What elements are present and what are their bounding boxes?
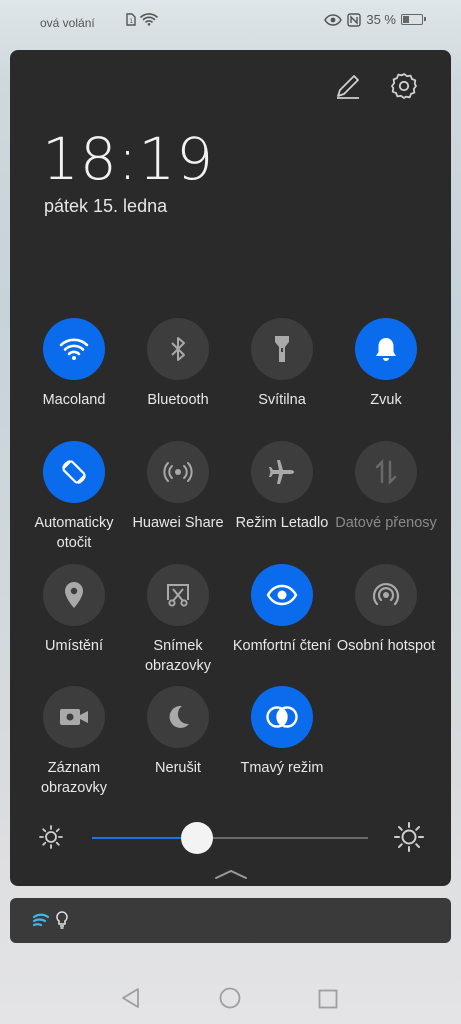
moon-icon[interactable] — [147, 686, 209, 748]
nfc-icon — [347, 12, 362, 27]
brightness-low-icon — [39, 825, 63, 849]
tile-label: Komfortní čtení — [232, 638, 332, 654]
battery-icon — [401, 14, 426, 25]
clock-date: pátek 15. ledna — [44, 196, 168, 216]
tile-label: Macoland — [42, 392, 106, 408]
tile-do-not-disturb[interactable]: Nerušit — [126, 686, 230, 778]
airplane-icon[interactable] — [251, 441, 313, 503]
brightness-slider-row — [10, 812, 451, 862]
tile-bluetooth[interactable]: Bluetooth — [126, 318, 230, 410]
hotspot-icon[interactable] — [355, 564, 417, 626]
tile-label: Zvuk — [370, 392, 402, 408]
tile-auto-rotate[interactable]: Automaticky otočit — [22, 441, 126, 553]
svg-text:1: 1 — [129, 18, 133, 25]
eye-icon[interactable] — [251, 564, 313, 626]
screenshot-icon[interactable] — [147, 564, 209, 626]
mobile-data-icon[interactable] — [355, 441, 417, 503]
tile-label: Huawei Share — [132, 515, 224, 531]
chevron-up-icon[interactable] — [214, 868, 248, 880]
quick-settings-panel: 18:19 pátek 15. ledna Macoland Bluetooth… — [10, 50, 451, 886]
pencil-icon — [337, 75, 359, 99]
dark-mode-icon[interactable] — [251, 686, 313, 748]
notification-strip[interactable] — [10, 898, 451, 943]
brightness-slider[interactable] — [92, 822, 368, 854]
tile-mobile-data[interactable]: Datové přenosy — [334, 441, 438, 533]
huawei-share-icon[interactable] — [147, 441, 209, 503]
wifi-status-icon — [140, 13, 158, 26]
gear-icon — [391, 73, 417, 99]
tile-label: Automaticky otočit — [34, 515, 114, 551]
bluetooth-icon[interactable] — [147, 318, 209, 380]
back-triangle-icon[interactable] — [120, 987, 142, 1009]
tile-sound[interactable]: Zvuk — [334, 318, 438, 410]
tile-label: Osobní hotspot — [336, 638, 436, 654]
tile-label: Umístění — [44, 638, 103, 654]
flashlight-icon[interactable] — [251, 318, 313, 380]
clock-time: 18:19 — [42, 125, 215, 193]
auto-rotate-icon[interactable] — [43, 441, 105, 503]
eye-comfort-status-icon — [324, 13, 343, 26]
edit-button[interactable] — [332, 70, 364, 102]
screen-record-icon[interactable] — [43, 686, 105, 748]
tile-hotspot[interactable]: Osobní hotspot — [334, 564, 438, 656]
carrier-text: ová volání — [40, 16, 95, 30]
home-circle-icon[interactable] — [219, 987, 241, 1009]
status-right: 35 % — [324, 12, 426, 27]
recent-apps-square-icon[interactable] — [318, 989, 338, 1009]
bell-icon[interactable] — [355, 318, 417, 380]
tile-label: Datové přenosy — [335, 515, 437, 531]
tile-airplane[interactable]: Režim Letadlo — [230, 441, 334, 533]
tile-dark-mode[interactable]: Tmavý režim — [230, 686, 334, 778]
tile-label: Svítilna — [258, 392, 306, 408]
sim-icon: 1 — [126, 12, 136, 26]
tile-label: Nerušit — [155, 760, 201, 776]
tile-label: Bluetooth — [147, 392, 209, 408]
tile-label: Režim Letadlo — [235, 515, 329, 531]
wifi-icon[interactable] — [43, 318, 105, 380]
tile-huawei-share[interactable]: Huawei Share — [126, 441, 230, 533]
battery-percent: 35 % — [366, 12, 396, 27]
tile-label: Záznam obrazovky — [40, 760, 108, 796]
status-icons: 1 — [126, 12, 158, 26]
tile-flashlight[interactable]: Svítilna — [230, 318, 334, 410]
status-bar: ová volání 1 35 % — [0, 0, 461, 44]
tile-screenshot[interactable]: Snímek obrazovky — [126, 564, 230, 676]
location-pin-icon[interactable] — [43, 564, 105, 626]
tile-label: Snímek obrazovky — [144, 638, 212, 674]
tile-eye-comfort[interactable]: Komfortní čtení — [230, 564, 334, 656]
settings-button[interactable] — [388, 70, 420, 102]
tile-location[interactable]: Umístění — [22, 564, 126, 656]
lightbulb-icon — [56, 911, 68, 929]
tile-label: Tmavý režim — [240, 760, 324, 776]
brightness-thumb[interactable] — [180, 822, 213, 854]
tile-screen-record[interactable]: Záznam obrazovky — [22, 686, 126, 798]
tile-wifi[interactable]: Macoland — [22, 318, 126, 410]
brightness-high-icon — [394, 822, 424, 852]
navigation-bar — [0, 975, 461, 1023]
swiftkey-icon — [32, 913, 50, 927]
